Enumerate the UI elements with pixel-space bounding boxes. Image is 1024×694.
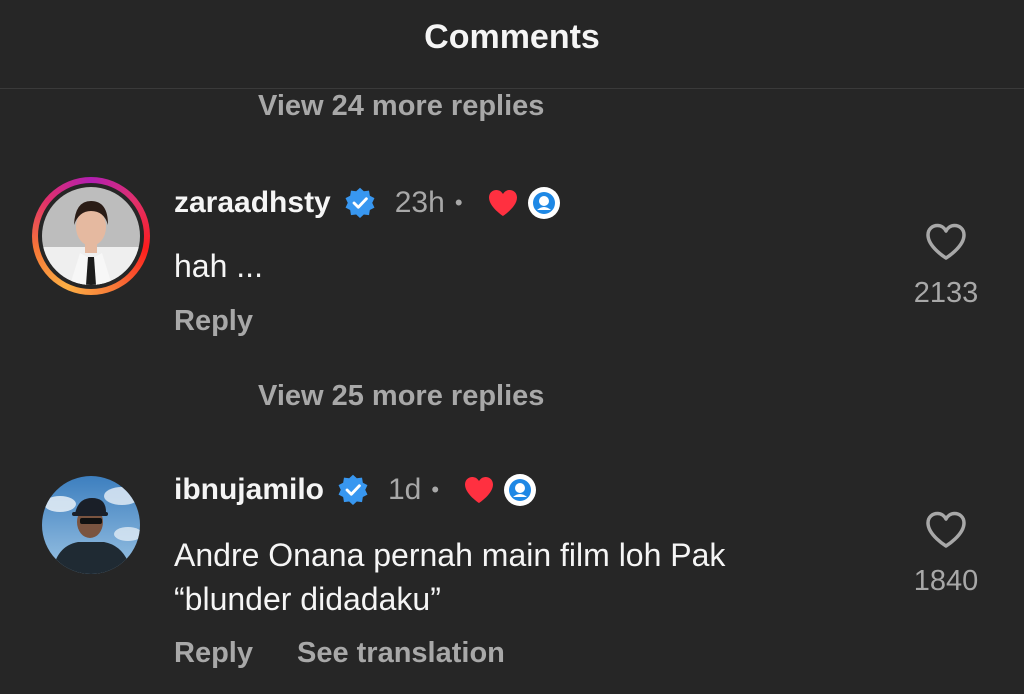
avatar-image — [42, 187, 140, 285]
comments-screen: Comments View 24 more replies zaraadhsty… — [0, 0, 1024, 694]
like-column: 2133 — [906, 222, 986, 310]
comments-header: Comments — [0, 0, 1024, 89]
avatar[interactable] — [32, 177, 150, 295]
like-count: 2133 — [913, 277, 979, 309]
verified-badge-icon — [343, 186, 377, 220]
comment-header: zaraadhsty 23h • — [174, 183, 561, 223]
comment-header: ibnujamilo 1d • — [174, 470, 537, 510]
heart-outline-icon[interactable] — [924, 222, 968, 267]
comment-actions: Reply — [174, 305, 253, 338]
comment-username[interactable]: ibnujamilo — [174, 473, 324, 507]
see-translation-button[interactable]: See translation — [297, 637, 505, 670]
comment-actions: Reply See translation — [174, 637, 505, 670]
avatar-image — [42, 476, 140, 574]
view-more-replies-link[interactable]: View 25 more replies — [258, 380, 544, 413]
view-more-replies-link[interactable]: View 24 more replies — [258, 90, 544, 123]
creator-avatar-icon — [503, 473, 537, 507]
comment-time: 1d — [388, 473, 422, 506]
comment-text-line: “blunder didadaku” — [174, 581, 441, 617]
heart-outline-icon[interactable] — [924, 510, 968, 555]
verified-badge-icon — [336, 473, 370, 507]
page-title: Comments — [424, 18, 600, 56]
comment-username[interactable]: zaraadhsty — [174, 186, 331, 220]
like-column: 1840 — [906, 510, 986, 598]
reply-button[interactable]: Reply — [174, 305, 253, 338]
comment-text-line: Andre Onana pernah main film loh Pak — [174, 537, 726, 573]
comment-text: hah ... — [174, 248, 263, 284]
comment-text: Andre Onana pernah main film loh Pak “bl… — [174, 533, 725, 621]
creator-avatar-icon — [527, 186, 561, 220]
reply-button[interactable]: Reply — [174, 637, 253, 670]
comment-time: 23h — [394, 186, 445, 219]
liked-by-author-heart-icon — [463, 475, 495, 505]
avatar[interactable] — [42, 476, 140, 574]
liked-by-author-heart-icon — [487, 188, 519, 218]
story-ring — [32, 177, 150, 295]
separator-dot: • — [454, 190, 463, 215]
like-count: 1840 — [913, 565, 979, 597]
separator-dot: • — [431, 477, 440, 502]
